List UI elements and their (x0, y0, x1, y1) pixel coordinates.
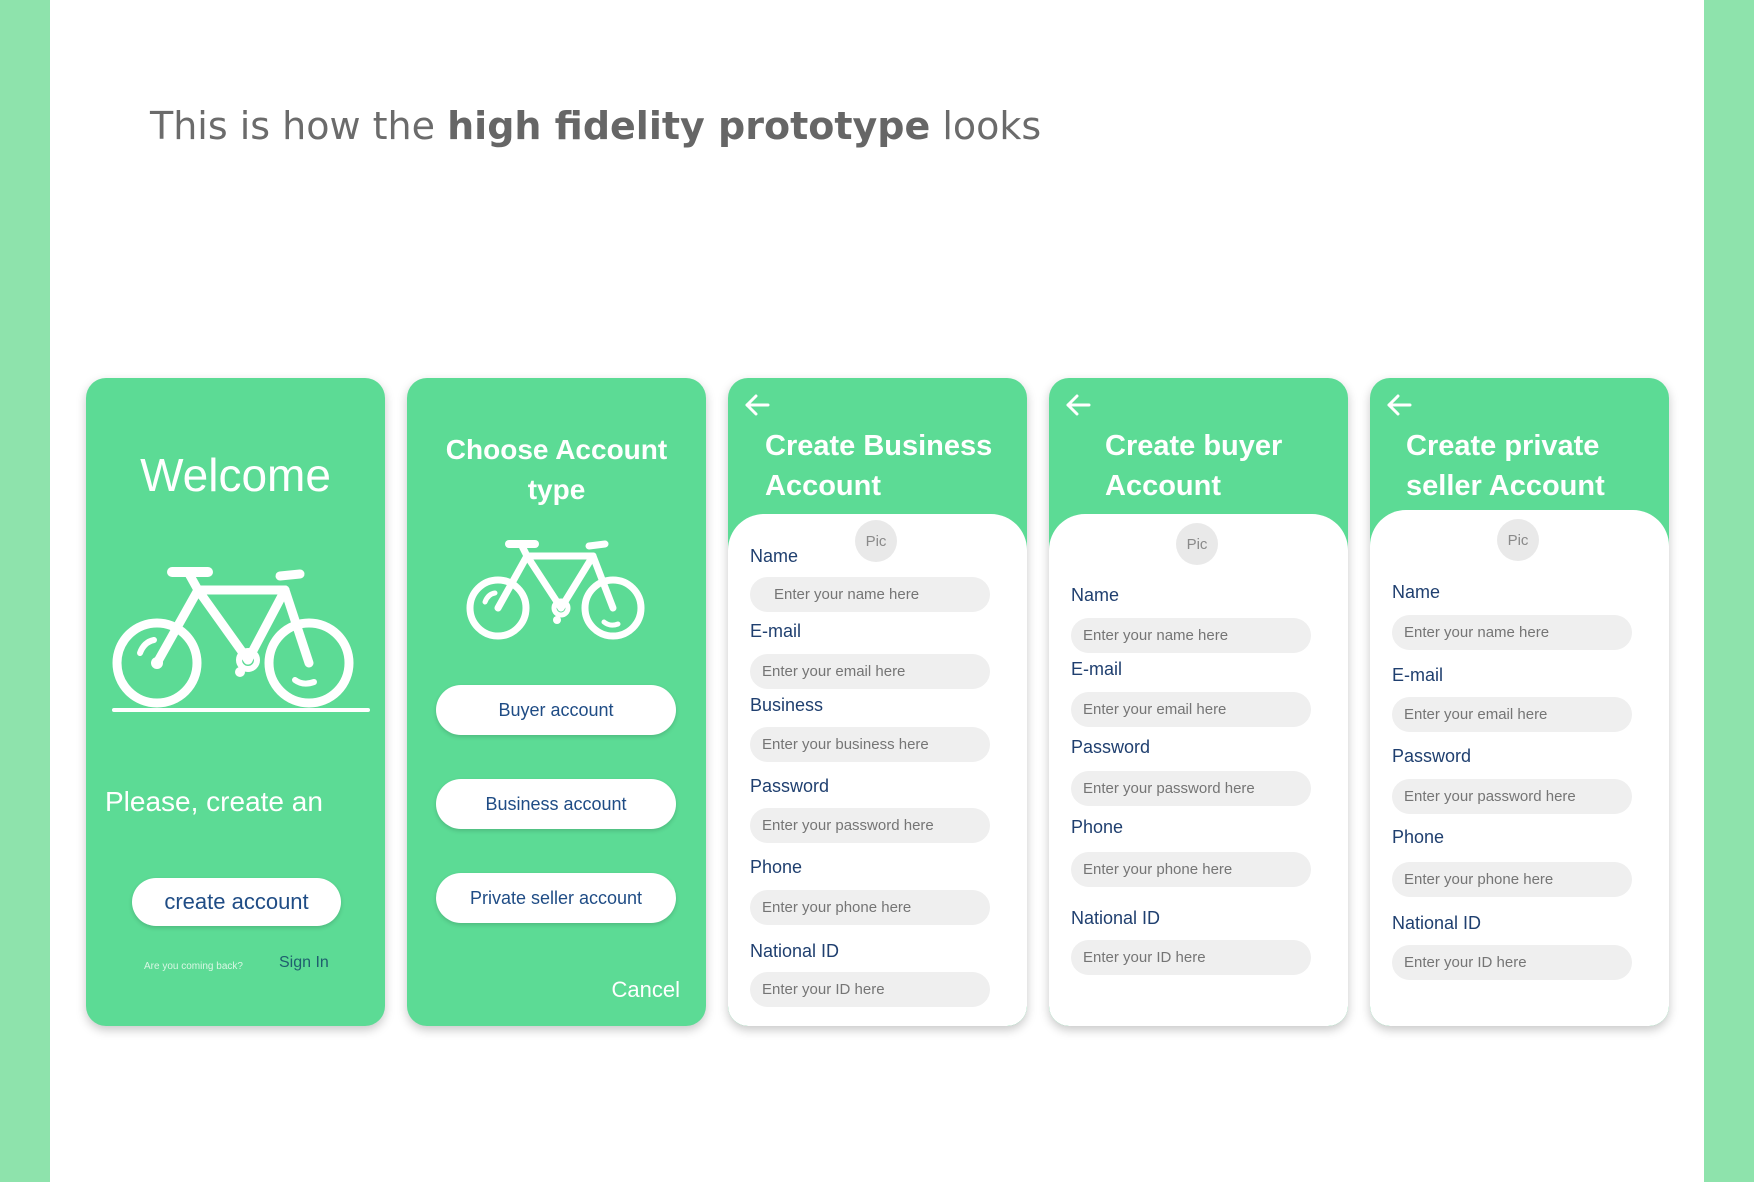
welcome-subtitle: Please, create an (105, 786, 323, 817)
national-id-label: National ID (1392, 913, 1482, 933)
form-sheet: Pic Name E-mail Password Phone National … (1370, 510, 1669, 1026)
name-input[interactable] (750, 577, 990, 612)
arrow-left-icon[interactable] (1386, 394, 1412, 416)
name-label: Name (750, 546, 799, 566)
phone-label: Phone (1392, 827, 1445, 847)
name-label: Name (1071, 585, 1120, 605)
national-id-label: National ID (750, 941, 840, 961)
arrow-left-icon[interactable] (1065, 394, 1091, 416)
password-label: Password (750, 776, 830, 796)
name-input[interactable] (1071, 618, 1311, 653)
choose-account-screen: Choose Account type Buyer account Busine… (407, 378, 706, 1026)
national-id-input[interactable] (750, 972, 990, 1007)
form-title: Create Business Account (765, 426, 992, 506)
form-sheet: Pic Name E-mail Business Password Phone … (728, 514, 1027, 1026)
email-input[interactable] (1071, 692, 1311, 727)
private-seller-account-button[interactable]: Private seller account (436, 873, 676, 923)
title-line-2: seller Account (1406, 470, 1605, 502)
form-sheet: Pic Name E-mail Password Phone National … (1049, 514, 1348, 1026)
form-title: Create private seller Account (1406, 426, 1605, 506)
title-line-2: Account (1105, 470, 1221, 502)
business-input[interactable] (750, 727, 990, 762)
form-title: Create buyer Account (1105, 426, 1282, 506)
ground-line (112, 708, 370, 712)
phone-input[interactable] (1071, 852, 1311, 887)
coming-back-text: Are you coming back? (144, 961, 243, 972)
title-line-2: Account (765, 470, 881, 502)
phone-label: Phone (750, 857, 803, 877)
create-business-screen: Create Business Account Pic Name E-mail … (728, 378, 1027, 1026)
headline-prefix: This is how the (150, 104, 448, 148)
headline-bold: high fidelity prototype (447, 104, 931, 148)
cancel-button[interactable]: Cancel (612, 977, 680, 1003)
profile-picture-placeholder[interactable]: Pic (855, 520, 897, 562)
email-label: E-mail (1392, 665, 1444, 685)
headline-suffix: looks (930, 104, 1042, 148)
name-input[interactable] (1392, 615, 1632, 650)
profile-picture-placeholder[interactable]: Pic (1497, 519, 1539, 561)
create-buyer-screen: Create buyer Account Pic Name E-mail Pas… (1049, 378, 1348, 1026)
email-label: E-mail (1071, 659, 1123, 679)
bicycle-icon (466, 540, 645, 640)
create-account-button[interactable]: create account (132, 878, 341, 926)
create-private-seller-screen: Create private seller Account Pic Name E… (1370, 378, 1669, 1026)
email-label: E-mail (750, 621, 802, 641)
choose-account-title: Choose Account type (445, 434, 668, 505)
business-label: Business (750, 695, 824, 715)
sign-in-link[interactable]: Sign In (279, 954, 329, 972)
welcome-screen: Welcome Please, create an create account… (86, 378, 385, 1026)
bicycle-icon (112, 567, 354, 708)
phone-input[interactable] (750, 890, 990, 925)
title-line-1: Create private (1406, 430, 1600, 462)
page-headline: This is how the high fidelity prototype … (150, 104, 1041, 148)
welcome-title: Welcome (140, 449, 331, 501)
email-input[interactable] (1392, 697, 1632, 732)
password-input[interactable] (1071, 771, 1311, 806)
password-label: Password (1392, 746, 1472, 766)
title-line-1: Create buyer (1105, 430, 1283, 462)
phone-label: Phone (1071, 817, 1124, 837)
password-label: Password (1071, 737, 1151, 757)
title-line-1: Create Business (765, 430, 993, 462)
buyer-account-button[interactable]: Buyer account (436, 685, 676, 735)
national-id-input[interactable] (1071, 940, 1311, 975)
email-input[interactable] (750, 654, 990, 689)
profile-picture-placeholder[interactable]: Pic (1176, 523, 1218, 565)
arrow-left-icon[interactable] (744, 394, 770, 416)
name-label: Name (1392, 582, 1441, 602)
password-input[interactable] (1392, 779, 1632, 814)
password-input[interactable] (750, 808, 990, 843)
phone-input[interactable] (1392, 862, 1632, 897)
business-account-button[interactable]: Business account (436, 779, 676, 829)
national-id-label: National ID (1071, 908, 1161, 928)
national-id-input[interactable] (1392, 945, 1632, 980)
